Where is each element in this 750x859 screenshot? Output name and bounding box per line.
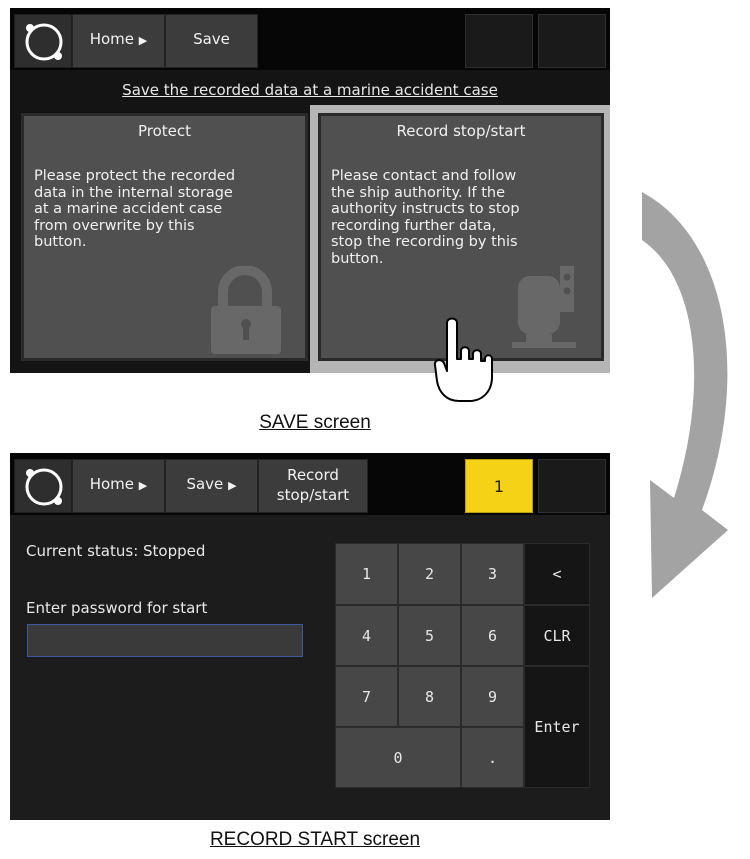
- protect-button[interactable]: Protect Please protect the recorded data…: [21, 113, 308, 361]
- breadcrumb-save-button[interactable]: Save: [165, 14, 258, 68]
- count-badge[interactable]: 1: [465, 459, 533, 513]
- home-label: Home: [89, 475, 135, 493]
- page-title: Save the recorded data at a marine accid…: [122, 81, 498, 99]
- breadcrumb-save-button[interactable]: Save ▶: [165, 459, 258, 513]
- key-1[interactable]: 1: [335, 543, 398, 605]
- hand-pointer-icon: [433, 317, 493, 402]
- top-bar: Home ▶ Save ▶ Record stop/start 1: [10, 453, 610, 515]
- ring-logo-icon: [25, 468, 63, 506]
- record-label-line2: stop/start: [276, 486, 350, 504]
- record-label-line1: Record: [287, 466, 339, 484]
- protect-title: Protect: [137, 122, 192, 140]
- key-2[interactable]: 2: [398, 543, 461, 605]
- home-label: Home: [89, 30, 135, 48]
- key-5[interactable]: 5: [398, 605, 461, 666]
- key-6[interactable]: 6: [461, 605, 524, 666]
- status-box-1[interactable]: [465, 14, 533, 68]
- top-bar: Home ▶ Save: [10, 8, 610, 70]
- key-8[interactable]: 8: [398, 666, 461, 727]
- password-label: Enter password for start: [26, 599, 208, 617]
- backspace-key[interactable]: <: [524, 543, 590, 605]
- flow-arrow-icon: [642, 192, 728, 598]
- save-screen-caption: SAVE screen: [259, 412, 371, 433]
- key-4[interactable]: 4: [335, 605, 398, 666]
- recorder-icon: [512, 266, 576, 348]
- record-start-screen-caption: RECORD START screen: [209, 829, 421, 850]
- key-0[interactable]: 0: [335, 727, 461, 788]
- record-start-screen: Home ▶ Save ▶ Record stop/start 1 Curren…: [10, 453, 610, 820]
- save-label: Save: [193, 30, 230, 48]
- clear-key[interactable]: CLR: [524, 605, 590, 666]
- status-box-2[interactable]: [538, 459, 606, 513]
- decimal-key[interactable]: .: [461, 727, 524, 788]
- save-screen: Home ▶ Save Save the recorded data at a …: [10, 8, 610, 373]
- protect-description: Please protect the recorded data in the …: [34, 168, 236, 250]
- record-stop-start-description: Please contact and follow the ship autho…: [331, 168, 520, 267]
- status-box-2[interactable]: [538, 14, 606, 68]
- arrow-right-icon: ▶: [228, 479, 237, 492]
- record-stop-start-title: Record stop/start: [396, 122, 526, 140]
- ring-logo-icon: [25, 23, 63, 61]
- key-7[interactable]: 7: [335, 666, 398, 727]
- current-status-text: Current status: Stopped: [26, 542, 206, 560]
- enter-key[interactable]: Enter: [524, 666, 590, 788]
- key-9[interactable]: 9: [461, 666, 524, 727]
- key-3[interactable]: 3: [461, 543, 524, 605]
- save-label: Save: [186, 475, 224, 493]
- breadcrumb-home-button[interactable]: Home ▶: [72, 14, 165, 68]
- arrow-right-icon: ▶: [138, 34, 148, 47]
- menu-logo-button[interactable]: [14, 459, 72, 513]
- password-input[interactable]: [27, 624, 303, 657]
- menu-logo-button[interactable]: [14, 14, 72, 68]
- breadcrumb-home-button[interactable]: Home ▶: [72, 459, 165, 513]
- arrow-right-icon: ▶: [138, 479, 148, 492]
- breadcrumb-record-stop-start[interactable]: Record stop/start: [258, 459, 368, 513]
- padlock-icon: [211, 266, 281, 354]
